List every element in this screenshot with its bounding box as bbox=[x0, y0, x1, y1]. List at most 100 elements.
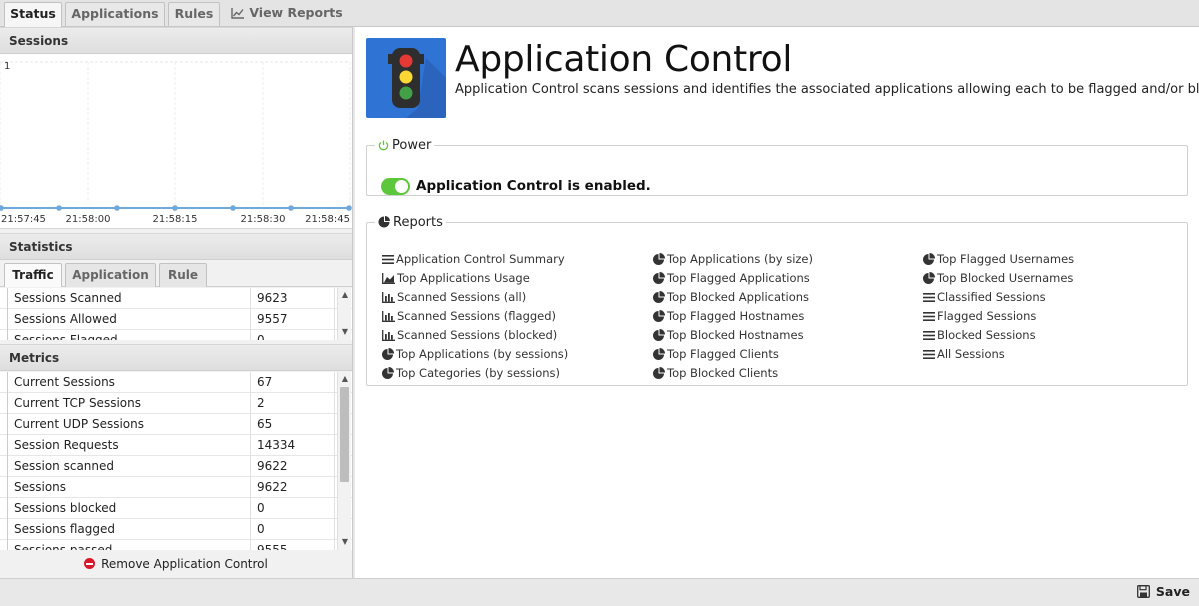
report-link-label: Top Blocked Hostnames bbox=[667, 328, 804, 342]
reports-legend-label: Reports bbox=[393, 215, 443, 230]
power-section: Power Application Control is enabled. bbox=[366, 138, 1188, 196]
report-link[interactable]: Scanned Sessions (all) bbox=[382, 290, 526, 304]
power-icon bbox=[378, 140, 389, 151]
report-link[interactable]: All Sessions bbox=[923, 347, 1005, 361]
metric-value: 9622 bbox=[251, 456, 335, 477]
list-icon bbox=[382, 252, 396, 266]
tab-rule[interactable]: Rule bbox=[159, 263, 207, 287]
list-icon bbox=[923, 290, 937, 304]
metric-name: Sessions flagged bbox=[7, 519, 251, 540]
stat-value: 9623 bbox=[251, 288, 335, 309]
left-panel: Sessions 21:57:45 21:58:00 21:58:15 21:58:3… bbox=[0, 27, 353, 578]
report-link-label: Scanned Sessions (flagged) bbox=[397, 309, 557, 323]
report-link[interactable]: Application Control Summary bbox=[382, 252, 565, 266]
x-tick-label: 21:58:00 bbox=[66, 214, 111, 225]
scroll-up-icon[interactable]: ▲ bbox=[338, 289, 352, 301]
metric-value: 0 bbox=[251, 519, 335, 540]
remove-app-label: Remove Application Control bbox=[101, 557, 268, 571]
metric-value: 65 bbox=[251, 414, 335, 435]
data-point bbox=[0, 205, 4, 211]
report-link[interactable]: Top Applications (by size) bbox=[653, 252, 813, 266]
pie-chart-icon bbox=[653, 328, 667, 342]
tab-applications[interactable]: Applications bbox=[65, 2, 165, 26]
remove-app-button[interactable]: Remove Application Control bbox=[0, 551, 352, 578]
scroll-down-icon[interactable]: ▼ bbox=[338, 536, 352, 548]
metric-name: Sessions blocked bbox=[7, 498, 251, 519]
list-icon bbox=[923, 328, 937, 342]
stat-name: Sessions Scanned bbox=[7, 288, 251, 309]
metric-value: 9555 bbox=[251, 540, 335, 550]
report-link[interactable]: Scanned Sessions (blocked) bbox=[382, 328, 557, 342]
main-panel: Application Control Application Control … bbox=[355, 27, 1199, 578]
data-point bbox=[114, 205, 120, 211]
scroll-down-icon[interactable]: ▼ bbox=[338, 326, 352, 338]
scroll-up-icon[interactable]: ▲ bbox=[338, 373, 352, 385]
tab-traffic[interactable]: Traffic bbox=[4, 263, 62, 287]
tab-status[interactable]: Status bbox=[4, 2, 62, 27]
report-link[interactable]: Top Blocked Clients bbox=[653, 366, 778, 380]
report-link-label: Classified Sessions bbox=[937, 290, 1046, 304]
tab-traffic-label: Traffic bbox=[12, 268, 54, 282]
y-tick-label: 1 bbox=[4, 61, 10, 72]
data-point bbox=[230, 205, 236, 211]
report-link[interactable]: Top Flagged Applications bbox=[653, 271, 810, 285]
table-row: Sessions Flagged 0 bbox=[0, 330, 352, 340]
table-row: Sessions 9622 bbox=[0, 477, 352, 498]
data-point bbox=[56, 205, 62, 211]
report-link[interactable]: Top Flagged Usernames bbox=[923, 252, 1074, 266]
metric-name: Current UDP Sessions bbox=[7, 414, 251, 435]
report-link-label: Scanned Sessions (all) bbox=[397, 290, 527, 304]
x-tick-label: 21:57:45 bbox=[1, 214, 46, 225]
tab-view-reports-label: View Reports bbox=[249, 5, 343, 20]
table-row: Sessions Scanned 9623 bbox=[0, 288, 352, 309]
report-link[interactable]: Flagged Sessions bbox=[923, 309, 1036, 323]
report-link[interactable]: Top Flagged Clients bbox=[653, 347, 779, 361]
report-link-label: Top Flagged Usernames bbox=[937, 252, 1075, 266]
stat-value: 0 bbox=[251, 330, 335, 340]
x-tick-label: 21:58:15 bbox=[153, 214, 198, 225]
reports-section: Reports Application Control Summary Top A… bbox=[366, 215, 1188, 386]
statistics-scrollbar[interactable]: ▲ ▼ bbox=[337, 288, 351, 340]
tab-rule-label: Rule bbox=[167, 268, 199, 282]
table-row: Current TCP Sessions 2 bbox=[0, 393, 352, 414]
tab-view-reports[interactable]: View Reports bbox=[230, 2, 344, 26]
metrics-header: Metrics bbox=[0, 344, 352, 371]
report-link[interactable]: Top Blocked Usernames bbox=[923, 271, 1073, 285]
report-link-label: Top Applications Usage bbox=[397, 271, 530, 285]
report-link-label: Flagged Sessions bbox=[937, 309, 1037, 323]
power-toggle[interactable] bbox=[381, 178, 410, 195]
metrics-scrollbar[interactable]: ▲ ▼ bbox=[337, 372, 351, 550]
power-status-text: Application Control is enabled. bbox=[416, 178, 651, 194]
report-link-label: Application Control Summary bbox=[396, 252, 565, 266]
tab-rules-label: Rules bbox=[174, 6, 214, 21]
report-link[interactable]: Classified Sessions bbox=[923, 290, 1046, 304]
report-link[interactable]: Scanned Sessions (flagged) bbox=[382, 309, 556, 323]
chart-line-icon bbox=[231, 8, 245, 19]
report-link[interactable]: Top Applications (by sessions) bbox=[382, 347, 568, 361]
statistics-header: Statistics bbox=[0, 233, 352, 260]
metric-value: 67 bbox=[251, 372, 335, 393]
report-link[interactable]: Blocked Sessions bbox=[923, 328, 1036, 342]
report-link-label: All Sessions bbox=[937, 347, 1005, 361]
report-link[interactable]: Top Categories (by sessions) bbox=[382, 366, 560, 380]
metric-name: Session Requests bbox=[7, 435, 251, 456]
report-link-label: Top Applications (by sessions) bbox=[396, 347, 569, 361]
save-button[interactable]: Save bbox=[1136, 584, 1190, 599]
bar-chart-icon bbox=[382, 290, 397, 304]
tab-application[interactable]: Application bbox=[65, 263, 156, 287]
report-link[interactable]: Top Blocked Hostnames bbox=[653, 328, 804, 342]
pie-chart-icon bbox=[382, 366, 396, 380]
sessions-header: Sessions bbox=[0, 27, 352, 54]
metric-value: 0 bbox=[251, 498, 335, 519]
report-link[interactable]: Top Flagged Hostnames bbox=[653, 309, 804, 323]
tab-rules[interactable]: Rules bbox=[168, 2, 220, 26]
tab-status-label: Status bbox=[10, 6, 56, 21]
power-legend: Power bbox=[375, 138, 434, 153]
metric-value: 14334 bbox=[251, 435, 335, 456]
bar-chart-icon bbox=[382, 309, 397, 323]
stat-name: Sessions Flagged bbox=[7, 330, 251, 340]
report-link[interactable]: Top Blocked Applications bbox=[653, 290, 809, 304]
scroll-thumb[interactable] bbox=[340, 387, 349, 482]
traffic-light-icon bbox=[366, 38, 446, 118]
report-link[interactable]: Top Applications Usage bbox=[382, 271, 530, 285]
